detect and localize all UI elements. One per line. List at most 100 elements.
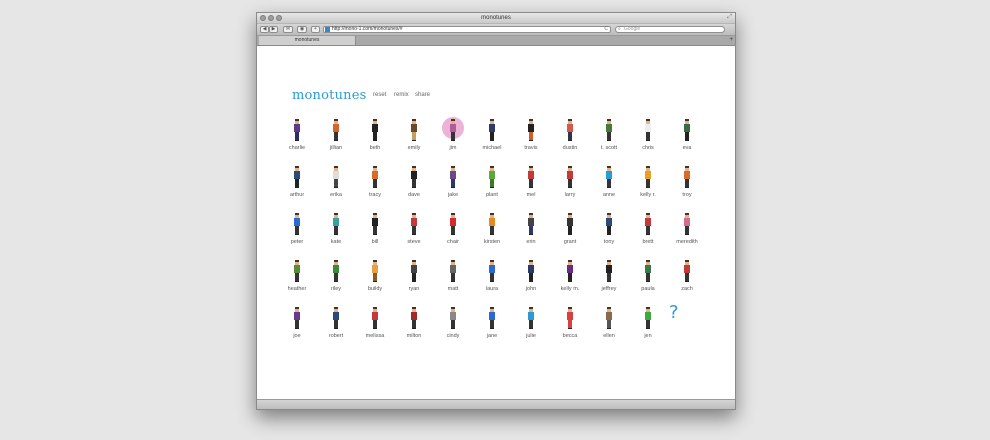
person-john[interactable]: john <box>511 253 551 299</box>
person-mel[interactable]: mel <box>511 159 551 205</box>
person-ellen[interactable]: ellen <box>589 300 629 346</box>
person-jillian[interactable]: jillian <box>316 112 356 158</box>
person-riley[interactable]: riley <box>316 253 356 299</box>
person-laura[interactable]: laura <box>472 253 512 299</box>
person-figure-icon <box>355 255 395 285</box>
person-figure-icon <box>511 255 551 285</box>
address-url: http://mono-1.com/monotunes/# <box>332 26 403 32</box>
person-brett[interactable]: brett <box>628 206 668 252</box>
site-logo[interactable]: monotunes <box>292 88 367 103</box>
person-figure-icon <box>277 114 317 144</box>
person-plant[interactable]: plant <box>472 159 512 205</box>
person-erin[interactable]: erin <box>511 206 551 252</box>
person-peter[interactable]: peter <box>277 206 317 252</box>
person-name-label: michael <box>482 145 502 151</box>
person-figure-icon <box>589 302 629 332</box>
nav-reset-link[interactable]: reset <box>373 92 386 98</box>
person-ryan[interactable]: ryan <box>394 253 434 299</box>
person-dustin[interactable]: dustin <box>550 112 590 158</box>
person-grant[interactable]: grant <box>550 206 590 252</box>
tab-monotunes[interactable]: monotunes <box>259 36 356 45</box>
person-figure-icon <box>628 161 668 191</box>
person-emily[interactable]: emily <box>394 112 434 158</box>
person-name-label: anne <box>602 192 616 198</box>
mail-icon[interactable]: ✉ <box>283 26 293 33</box>
person-figure-icon <box>667 114 707 144</box>
new-tab-button[interactable]: + <box>729 36 733 45</box>
fullscreen-icon[interactable]: ⤢ <box>727 14 732 21</box>
bookmark-icon[interactable]: ◉ <box>297 26 307 33</box>
person-figure-icon <box>394 114 434 144</box>
person-kelly-m-[interactable]: kelly m. <box>550 253 590 299</box>
person-erika[interactable]: erika <box>316 159 356 205</box>
nav-remix-link[interactable]: remix <box>394 92 409 98</box>
person-figure-icon <box>472 302 512 332</box>
person-steve[interactable]: steve <box>394 206 434 252</box>
person-buildy[interactable]: buildy <box>355 253 395 299</box>
search-input[interactable]: ⌕ Google <box>615 26 725 33</box>
person-figure-icon <box>589 255 629 285</box>
question-mark-button[interactable]: ? <box>669 302 679 323</box>
person-tracy[interactable]: tracy <box>355 159 395 205</box>
person-kate[interactable]: kate <box>316 206 356 252</box>
person-figure-icon <box>667 161 707 191</box>
person-tony[interactable]: tony <box>589 206 629 252</box>
person-name-label: brett <box>642 239 654 245</box>
person-t--scott[interactable]: t. scott <box>589 112 629 158</box>
person-name-label: kelly m. <box>560 286 580 292</box>
person-name-label: jen <box>644 333 652 339</box>
person-chair[interactable]: chair <box>433 206 473 252</box>
search-icon: ⌕ <box>618 26 621 32</box>
person-beth[interactable]: beth <box>355 112 395 158</box>
person-name-label: travis <box>524 145 538 151</box>
person-kelly-r-[interactable]: kelly r. <box>628 159 668 205</box>
person-name-label: charlie <box>288 145 306 151</box>
person-charlie[interactable]: charlie <box>277 112 317 158</box>
person-travis[interactable]: travis <box>511 112 551 158</box>
person-meredith[interactable]: meredith <box>667 206 707 252</box>
person-julie[interactable]: julie <box>511 300 551 346</box>
person-larry[interactable]: larry <box>550 159 590 205</box>
person-milton[interactable]: milton <box>394 300 434 346</box>
person-robert[interactable]: robert <box>316 300 356 346</box>
person-jeffrey[interactable]: jeffrey <box>589 253 629 299</box>
person-eva[interactable]: eva <box>667 112 707 158</box>
person-becca[interactable]: becca <box>550 300 590 346</box>
add-bookmark-button[interactable]: + <box>311 26 320 33</box>
person-heather[interactable]: heather <box>277 253 317 299</box>
person-arthur[interactable]: arthur <box>277 159 317 205</box>
reload-button[interactable]: C <box>604 27 608 32</box>
person-name-label: troy <box>682 192 692 198</box>
person-name-label: grant <box>563 239 577 245</box>
person-figure-icon <box>472 114 512 144</box>
person-jane[interactable]: jane <box>472 300 512 346</box>
person-jake[interactable]: jake <box>433 159 473 205</box>
person-figure-icon <box>433 114 473 144</box>
person-figure-icon <box>667 208 707 238</box>
nav-share-link[interactable]: share <box>415 92 430 98</box>
person-name-label: bill <box>371 239 379 245</box>
person-bill[interactable]: bill <box>355 206 395 252</box>
person-chris[interactable]: chris <box>628 112 668 158</box>
person-dave[interactable]: dave <box>394 159 434 205</box>
person-jim[interactable]: jim <box>433 112 473 158</box>
person-matt[interactable]: matt <box>433 253 473 299</box>
person-jen[interactable]: jen <box>628 300 668 346</box>
person-melissa[interactable]: melissa <box>355 300 395 346</box>
person-troy[interactable]: troy <box>667 159 707 205</box>
person-paula[interactable]: paula <box>628 253 668 299</box>
person-figure-icon <box>472 255 512 285</box>
person-joe[interactable]: joe <box>277 300 317 346</box>
forward-button[interactable]: ▶ <box>269 26 278 33</box>
person-anne[interactable]: anne <box>589 159 629 205</box>
person-zach[interactable]: zach <box>667 253 707 299</box>
tab-bar: monotunes + <box>257 36 735 46</box>
person-name-label: jane <box>486 333 498 339</box>
person-figure-icon <box>511 208 551 238</box>
address-bar[interactable]: http://mono-1.com/monotunes/# C <box>323 26 611 33</box>
person-kirsten[interactable]: kirsten <box>472 206 512 252</box>
person-name-label: tony <box>603 239 615 245</box>
person-michael[interactable]: michael <box>472 112 512 158</box>
person-cindy[interactable]: cindy <box>433 300 473 346</box>
back-button[interactable]: ◀ <box>260 26 269 33</box>
